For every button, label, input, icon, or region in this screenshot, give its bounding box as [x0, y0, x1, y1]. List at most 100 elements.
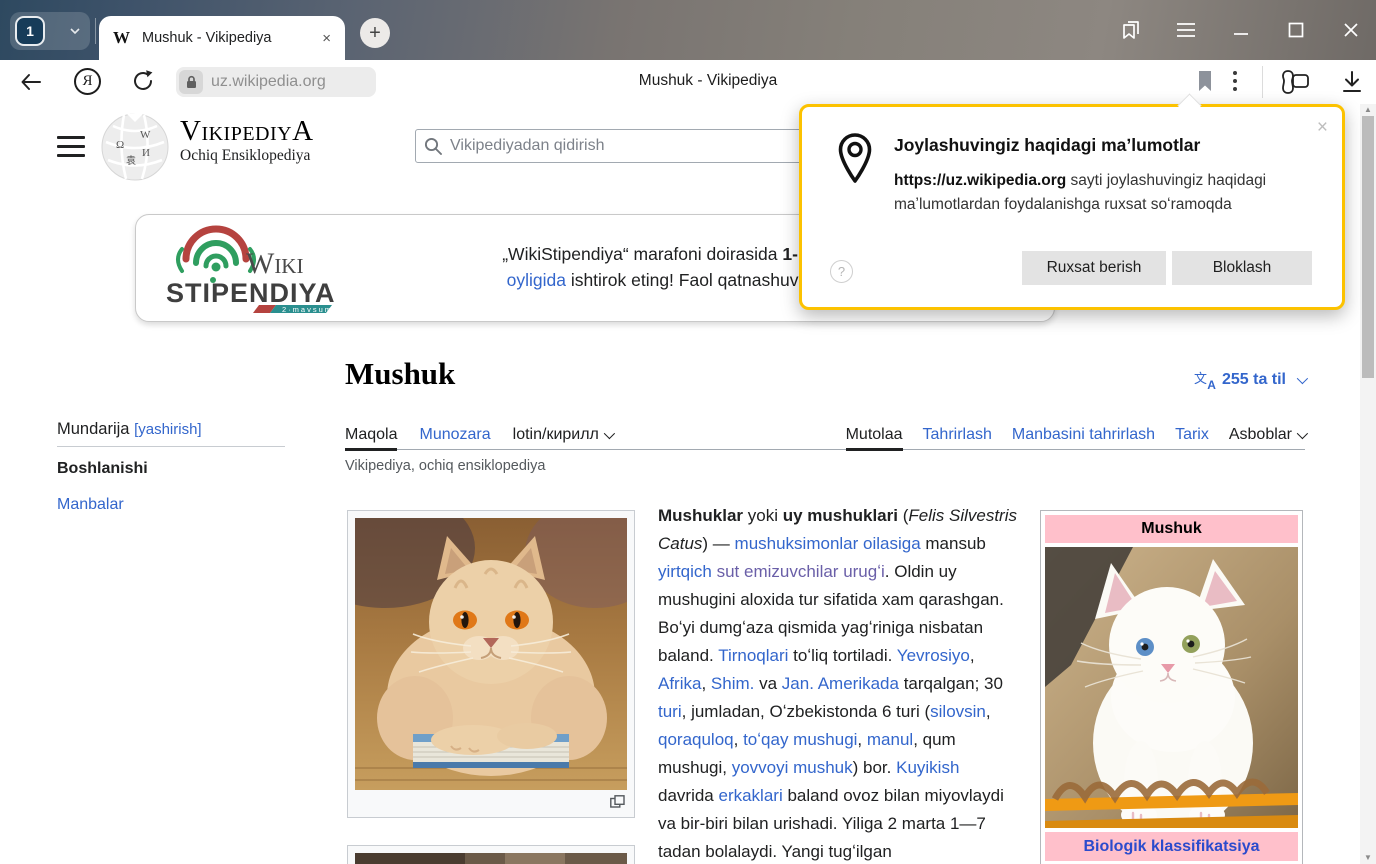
minimize-button[interactable] [1218, 0, 1264, 60]
text-segment: toʻliq tortiladi. [788, 646, 896, 665]
tab-counter-badge[interactable]: 1 [15, 16, 45, 46]
inline-link[interactable]: sut emizuvchilar urugʻi [717, 562, 885, 581]
inline-link[interactable]: mushuksimonlar oilasiga [735, 534, 921, 553]
tab-munozara[interactable]: Munozara [419, 426, 490, 444]
inline-link[interactable]: yovvoyi mushuk [732, 758, 853, 777]
close-window-button[interactable] [1328, 0, 1374, 60]
yandex-button[interactable]: Я [74, 68, 101, 95]
browser-tab[interactable]: W Mushuk - Vikipediya × [99, 16, 345, 60]
allow-button[interactable]: Ruxsat berish [1022, 251, 1166, 285]
inline-link[interactable]: toʻqay mushugi [743, 730, 857, 749]
close-icon [1341, 20, 1361, 40]
inline-link[interactable]: manul [867, 730, 913, 749]
article-image2-frame[interactable] [347, 845, 635, 864]
toc-header: Mundarija [yashirish] [57, 420, 202, 439]
bookmark-button[interactable] [1196, 69, 1214, 93]
infobox-footer-link[interactable]: Biologik klassifikatsiya [1045, 832, 1298, 861]
text-segment: , [701, 674, 710, 693]
inline-link[interactable]: erkaklari [718, 786, 782, 805]
tab-tarix[interactable]: Tarix [1175, 426, 1209, 444]
ssl-lock-chip[interactable] [179, 70, 203, 94]
tab-manbasini-tahrirlash[interactable]: Manbasini tahrirlash [1012, 426, 1155, 444]
inline-link[interactable]: Tirnoqlari [718, 646, 788, 665]
collections-icon [1280, 68, 1312, 96]
lock-icon [185, 75, 198, 89]
inline-link[interactable]: qoraquloq [658, 730, 734, 749]
inline-link[interactable]: oyligida [507, 270, 566, 290]
tab-close-icon[interactable]: × [322, 30, 331, 47]
translate-icon: 文A [1194, 370, 1216, 390]
tab-tahrirlash[interactable]: Tahrirlash [923, 426, 992, 444]
tab-asboblar[interactable]: Asboblar [1229, 426, 1305, 444]
tab-variant-selector[interactable]: lotin/кирилл [513, 426, 612, 444]
svg-text:Wiki: Wiki [246, 247, 303, 280]
scroll-down-arrow[interactable]: ▼ [1364, 855, 1372, 861]
tab-maqola[interactable]: Maqola [345, 426, 397, 444]
text-segment: https://uz.wikipedia.org [894, 172, 1066, 189]
titlebar: 1 W Mushuk - Vikipediya × + [0, 0, 1376, 60]
back-button[interactable] [18, 69, 44, 95]
wikistipendiya-logo: Wiki STIPENDIYA 2·mavsum [164, 225, 359, 313]
article-paragraph: Mushuklar yoki uy mushuklari (Felis Silv… [658, 502, 1018, 864]
new-tab-button[interactable]: + [360, 18, 390, 48]
article-image-frame[interactable] [347, 510, 635, 818]
inline-link[interactable]: silovsin [930, 702, 986, 721]
tab-list-chevron-icon[interactable] [70, 26, 80, 36]
svg-text:Ω: Ω [116, 139, 124, 151]
side-panel-icon [1119, 18, 1143, 42]
toc-item-boshlanishi[interactable]: Boshlanishi [57, 460, 148, 478]
yandex-icon: Я [74, 68, 101, 95]
inline-link[interactable]: Kuyikish [896, 758, 959, 777]
text-segment: ) bor. [853, 758, 896, 777]
browser-menu-button[interactable] [1163, 0, 1209, 60]
tab-group-pill[interactable]: 1 [10, 12, 90, 50]
kitten-photo[interactable] [1045, 547, 1298, 828]
help-icon[interactable]: ? [830, 260, 853, 283]
text-segment: ( [898, 506, 908, 525]
inline-link[interactable]: turi [658, 702, 682, 721]
wikipedia-logo[interactable]: Ω W И 袁 [100, 112, 170, 182]
text-segment: „WikiStipendiya“ marafoni doirasida [502, 244, 782, 264]
cat-photo-2[interactable] [355, 853, 627, 864]
location-pin-icon [838, 133, 872, 185]
infobox: Mushuk [1040, 510, 1303, 864]
inline-link[interactable]: yirtqich [658, 562, 712, 581]
popup-body: https://uz.wikipedia.org sayti joylashuv… [894, 169, 1314, 217]
bookmark-flag-icon [1196, 69, 1214, 93]
block-button[interactable]: Bloklash [1172, 251, 1312, 285]
more-options-button[interactable] [1232, 69, 1238, 93]
location-permission-popup: × Joylashuvingiz haqidagi maʼlumotlar ht… [799, 104, 1345, 310]
inline-link[interactable]: Jan. Amerikada [782, 674, 899, 693]
scroll-up-arrow[interactable]: ▲ [1364, 107, 1372, 113]
text-segment: davrida [658, 786, 718, 805]
scrollbar-thumb[interactable] [1362, 116, 1374, 378]
downloads-button[interactable] [1340, 69, 1364, 95]
article-title: Mushuk [345, 356, 455, 392]
chevron-down-icon [1297, 428, 1308, 439]
reload-button[interactable] [130, 68, 156, 94]
svg-text:W: W [140, 129, 151, 141]
language-selector[interactable]: 文A 255 ta til [1194, 370, 1305, 390]
toc-hide-link[interactable]: [yashirish] [134, 421, 202, 438]
inline-link[interactable]: Yevrosiyo [897, 646, 970, 665]
text-segment: , [857, 730, 866, 749]
page-title-centered: Mushuk - Vikipediya [430, 72, 986, 90]
svg-text:STIPENDIYA: STIPENDIYA [166, 278, 336, 308]
tab-mutolaa[interactable]: Mutolaa [846, 426, 903, 444]
address-bar[interactable]: uz.wikipedia.org [176, 67, 376, 97]
wikipedia-wordmark[interactable]: VikipediyA Ochiq Ensiklopediya [180, 116, 314, 165]
collections-button[interactable] [1280, 68, 1312, 96]
page-scrollbar[interactable]: ▲ ▼ [1360, 104, 1376, 864]
cat-photo[interactable] [355, 518, 627, 790]
side-panel-button[interactable] [1108, 0, 1154, 60]
enlarge-icon[interactable] [610, 795, 625, 808]
language-count: 255 ta til [1222, 371, 1286, 389]
wiki-menu-button[interactable] [57, 136, 85, 158]
minimize-icon [1231, 20, 1251, 40]
toc-item-manbalar[interactable]: Manbalar [57, 496, 124, 514]
popup-close-icon[interactable]: × [1317, 117, 1328, 139]
inline-link[interactable]: Afrika [658, 674, 701, 693]
inline-link[interactable]: Shim. [711, 674, 754, 693]
maximize-button[interactable] [1273, 0, 1319, 60]
download-icon [1340, 69, 1364, 95]
